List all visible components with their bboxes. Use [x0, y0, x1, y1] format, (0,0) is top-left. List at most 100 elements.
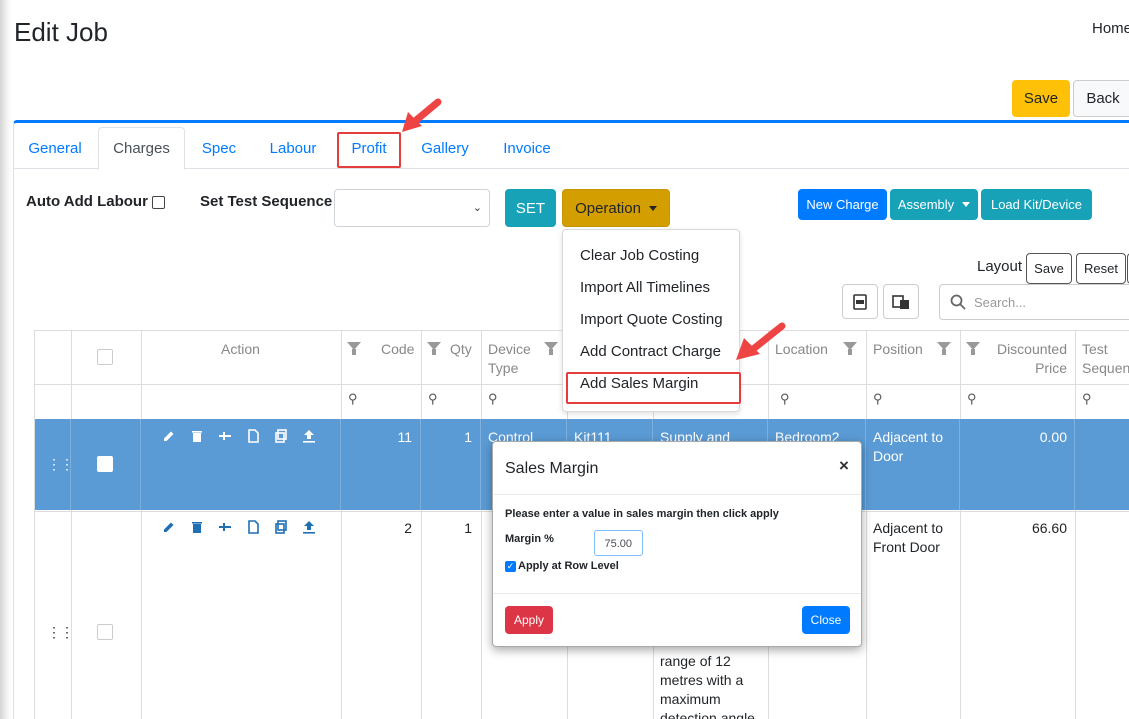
caret-down-icon: [962, 202, 971, 207]
copy-icon[interactable]: [273, 519, 289, 535]
header-action: Action: [221, 341, 260, 357]
row-checkbox[interactable]: [97, 624, 113, 640]
cell-description-line: detection angle: [660, 710, 755, 719]
copy-icon[interactable]: [273, 428, 289, 444]
search-placeholder: Search...: [974, 295, 1027, 310]
filter-icon[interactable]: [347, 342, 361, 355]
sales-margin-highlight: [566, 372, 741, 404]
operation-dropdown-button[interactable]: Operation: [562, 189, 670, 227]
filter-icon[interactable]: [966, 342, 980, 355]
assembly-label: Assembly: [897, 197, 955, 212]
filter-icon[interactable]: [544, 342, 558, 355]
auto-add-labour-label: Auto Add Labour: [26, 193, 148, 210]
upload-icon[interactable]: [301, 428, 317, 444]
header-device-type-line2[interactable]: Type: [488, 359, 518, 378]
breadcrumb-home[interactable]: Home: [1092, 20, 1129, 37]
apply-button[interactable]: Apply: [505, 606, 553, 634]
drag-handle-icon[interactable]: ⋮⋮: [47, 456, 74, 473]
tab-charges[interactable]: Charges: [98, 127, 185, 170]
load-kit-device-button[interactable]: Load Kit/Device: [981, 189, 1092, 220]
left-edge-shadow: [0, 0, 12, 719]
profit-tab-highlight: [337, 132, 401, 168]
cell-qty: 1: [464, 429, 472, 445]
filter-search-icon: ⚲: [873, 391, 883, 406]
apply-row-level-label: Apply at Row Level: [518, 560, 619, 572]
tab-invoice[interactable]: Invoice: [492, 127, 562, 169]
set-button[interactable]: SET: [505, 189, 556, 227]
header-position[interactable]: Position: [873, 340, 923, 359]
row-checkbox[interactable]: [97, 456, 113, 472]
delete-icon[interactable]: [189, 428, 205, 444]
cell-position-line1: Adjacent to: [873, 520, 944, 536]
filter-search-icon: ⚲: [1082, 391, 1092, 406]
tab-general[interactable]: General: [14, 127, 96, 169]
header-device-type-line1[interactable]: Device: [488, 340, 531, 359]
filter-icon[interactable]: [427, 342, 441, 355]
cell-description-line: metres with a: [660, 672, 744, 688]
cell-qty: 1: [464, 520, 472, 536]
menu-item-add-contract-charge[interactable]: Add Contract Charge: [580, 343, 721, 360]
cell-position-line2: Front Door: [873, 539, 940, 555]
filter-icon[interactable]: [937, 342, 951, 355]
split-icon[interactable]: [217, 428, 233, 444]
callout-arrow-icon: [736, 322, 786, 360]
search-input[interactable]: Search...: [939, 284, 1129, 320]
header-test-sequence-line2[interactable]: Sequence: [1082, 359, 1129, 378]
tab-bar: General Charges Spec Labour Profit Galle…: [14, 127, 1129, 170]
new-charge-button[interactable]: New Charge: [798, 189, 887, 220]
export-csv-button[interactable]: [842, 284, 878, 319]
document-icon[interactable]: [245, 519, 261, 535]
tab-spec[interactable]: Spec: [188, 127, 250, 169]
margin-label: Margin %: [505, 533, 554, 545]
close-button[interactable]: Close: [802, 606, 850, 634]
layout-reset-button[interactable]: Reset: [1076, 253, 1126, 284]
header-qty[interactable]: Qty: [450, 340, 472, 359]
filter-search-icon: ⚲: [428, 391, 438, 406]
column-chooser-icon: [892, 294, 909, 309]
apply-row-level-checkbox[interactable]: ✓: [505, 561, 516, 572]
modal-message: Please enter a value in sales margin the…: [505, 508, 779, 520]
select-all-checkbox[interactable]: [97, 349, 113, 365]
upload-icon[interactable]: [301, 519, 317, 535]
split-icon[interactable]: [217, 519, 233, 535]
menu-item-clear-job-costing[interactable]: Clear Job Costing: [580, 247, 699, 264]
layout-label: Layout: [977, 258, 1023, 275]
edit-icon[interactable]: [161, 428, 177, 444]
test-sequence-select[interactable]: ⌄: [334, 189, 490, 227]
chevron-down-icon: ⌄: [472, 202, 482, 214]
modal-title: Sales Margin: [505, 460, 599, 477]
layout-save-button[interactable]: Save: [1026, 253, 1072, 284]
auto-add-labour-checkbox[interactable]: [152, 196, 165, 209]
assembly-dropdown-button[interactable]: Assembly: [890, 189, 978, 220]
margin-input[interactable]: 75.00: [594, 530, 643, 556]
page-title: Edit Job: [14, 17, 108, 47]
modal-divider: [493, 593, 861, 594]
filter-search-icon: ⚲: [488, 391, 498, 406]
header-test-sequence-line1[interactable]: Test: [1082, 340, 1108, 359]
save-button[interactable]: Save: [1012, 80, 1070, 117]
cell-description-line: range of 12: [660, 653, 731, 669]
header-code[interactable]: Code: [381, 340, 414, 359]
document-icon[interactable]: [245, 428, 261, 444]
drag-handle-icon[interactable]: ⋮⋮: [47, 624, 74, 641]
filter-search-icon: ⚲: [967, 391, 977, 406]
column-chooser-button[interactable]: [883, 284, 919, 319]
sales-margin-modal: Sales Margin × Please enter a value in s…: [492, 441, 862, 647]
filter-search-icon: ⚲: [348, 391, 358, 406]
menu-item-import-all-timelines[interactable]: Import All Timelines: [580, 279, 710, 296]
edit-icon[interactable]: [161, 519, 177, 535]
header-discounted-price-line2[interactable]: Price: [990, 359, 1067, 378]
header-discounted-price-line1[interactable]: Discounted: [990, 340, 1067, 359]
cell-position-line1: Adjacent to: [873, 429, 944, 445]
delete-icon[interactable]: [189, 519, 205, 535]
search-icon: [950, 294, 966, 310]
cell-code: 2: [404, 520, 412, 536]
row-actions: [161, 519, 317, 535]
back-button[interactable]: Back: [1073, 80, 1129, 117]
tab-labour[interactable]: Labour: [256, 127, 330, 169]
row-actions: [161, 428, 317, 444]
close-icon[interactable]: ×: [839, 456, 849, 476]
filter-icon[interactable]: [843, 342, 857, 355]
menu-item-import-quote-costing[interactable]: Import Quote Costing: [580, 311, 723, 328]
cell-description-line: maximum: [660, 691, 721, 707]
